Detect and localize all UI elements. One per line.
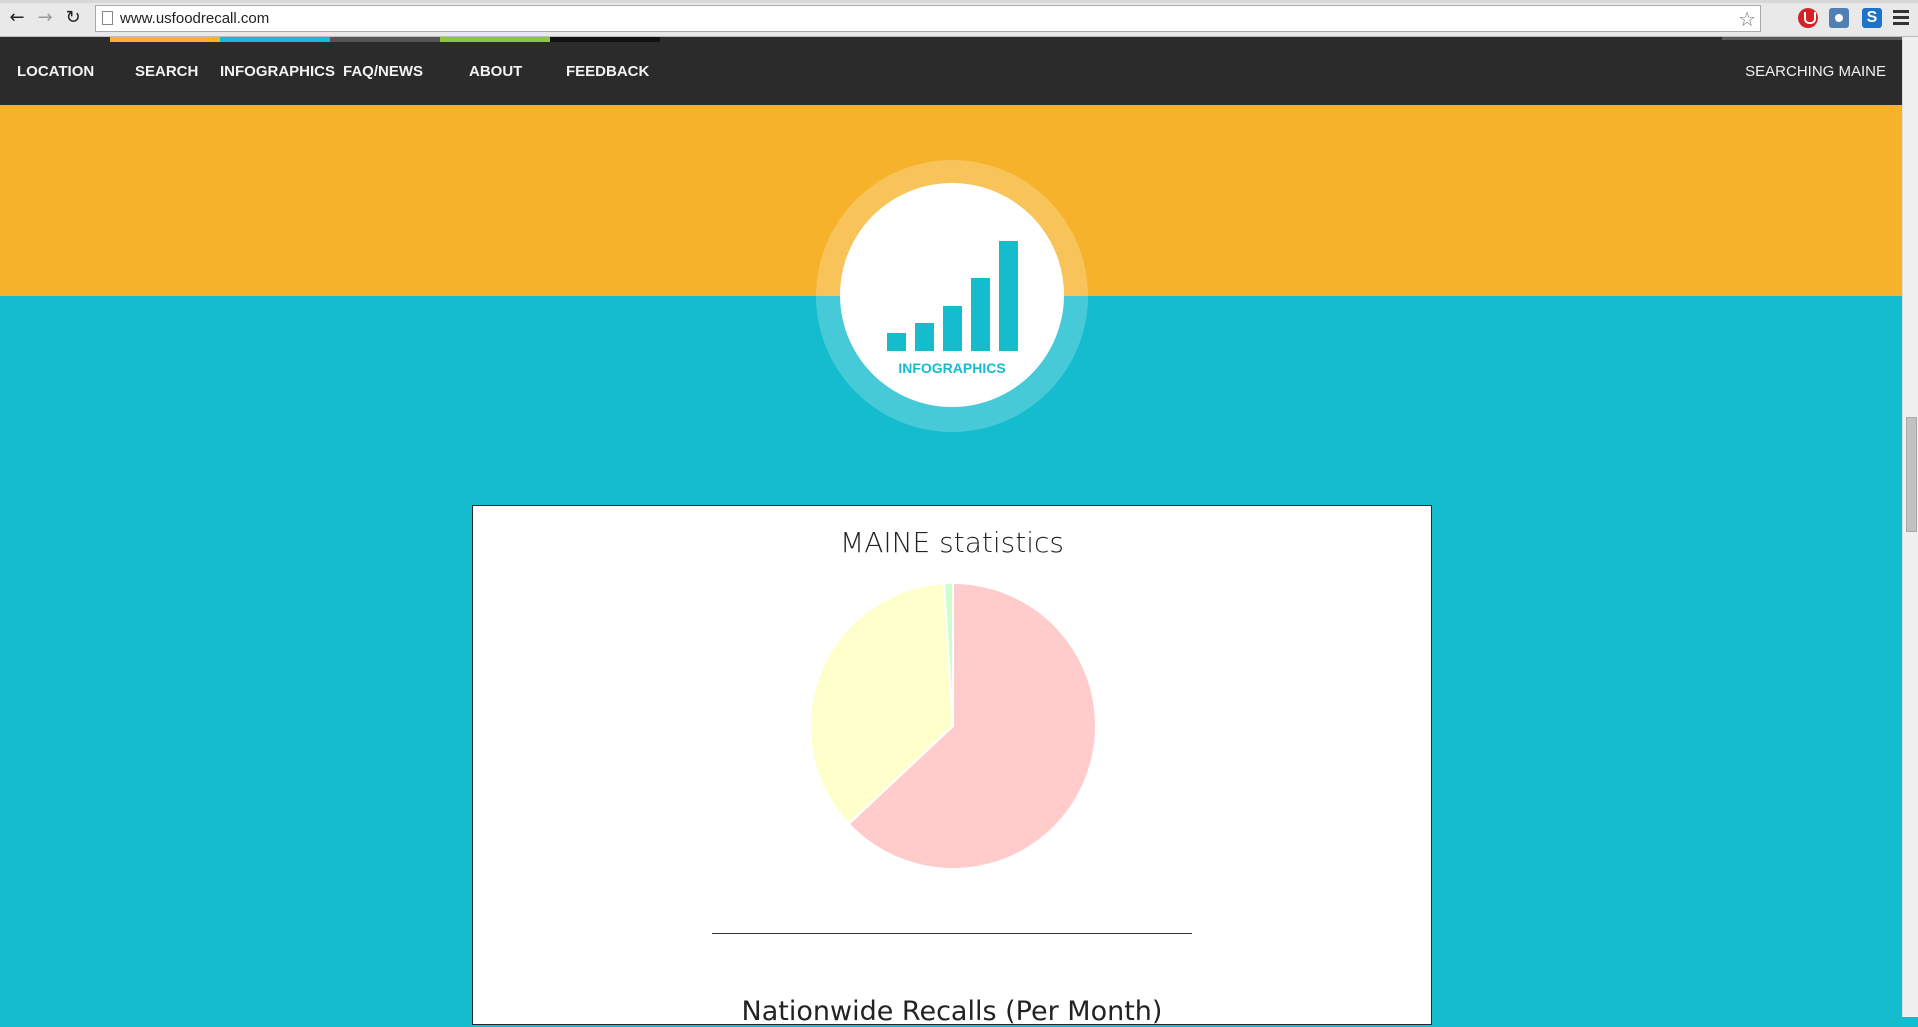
search-status: SEARCHING MAINE [1745, 63, 1886, 80]
s-extension-icon[interactable]: S [1862, 8, 1882, 28]
tab-strip [0, 0, 1918, 3]
card-subtitle: Nationwide Recalls (Per Month) [741, 996, 1163, 1027]
nav-item-infographics[interactable]: INFOGRAPHICS [220, 37, 335, 105]
nav-item-search[interactable]: SEARCH [135, 37, 198, 105]
reload-icon[interactable]: ↻ [62, 7, 84, 29]
address-bar[interactable]: www.usfoodrecall.com ☆ [95, 5, 1761, 32]
camera-extension-icon[interactable] [1829, 8, 1849, 28]
extension-red-icon[interactable] [1798, 8, 1818, 28]
url-text: www.usfoodrecall.com [120, 10, 270, 27]
bookmark-star-icon[interactable]: ☆ [1738, 7, 1756, 31]
page-scrollbar[interactable] [1902, 37, 1918, 1017]
badge-label: INFOGRAPHICS [898, 360, 1006, 376]
pie-svg [809, 581, 1097, 870]
browser-menu-icon[interactable] [1893, 10, 1909, 26]
pie-chart [808, 581, 1098, 871]
nav-item-feedback[interactable]: FEEDBACK [566, 37, 649, 105]
nav-item-location[interactable]: LOCATION [17, 37, 94, 105]
section-divider [712, 933, 1192, 934]
scrollbar-thumb[interactable] [1906, 417, 1917, 532]
site-nav: LOCATION SEARCH INFOGRAPHICS FAQ/NEWS AB… [0, 37, 1902, 105]
nav-item-about[interactable]: ABOUT [469, 37, 522, 105]
card-title: MAINE statistics [840, 526, 1064, 559]
infographics-badge: INFOGRAPHICS [840, 183, 1064, 407]
back-arrow-icon[interactable]: ← [6, 7, 28, 29]
statistics-card: MAINE statistics Nationwide Recalls (Per… [472, 505, 1432, 1027]
forward-arrow-icon[interactable]: → [34, 7, 56, 29]
browser-toolbar: ← → ↻ www.usfoodrecall.com ☆ S [0, 0, 1918, 37]
bar-chart-icon [887, 241, 1018, 351]
page-icon [102, 11, 113, 25]
nav-item-faq-news[interactable]: FAQ/NEWS [343, 37, 423, 105]
